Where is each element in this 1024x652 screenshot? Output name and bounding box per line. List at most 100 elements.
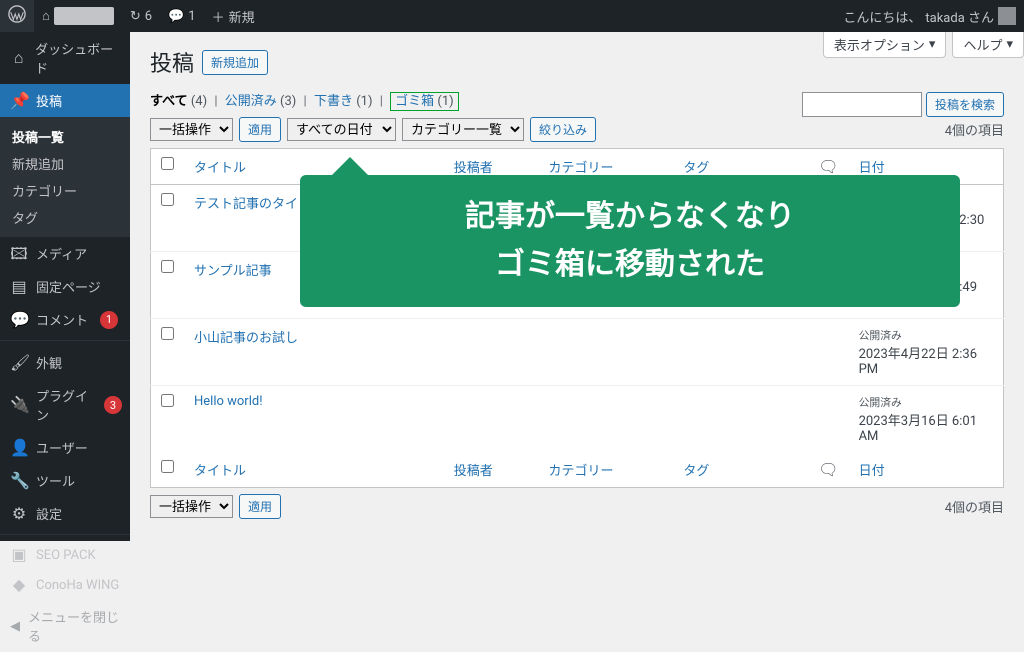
- collapse-icon: ◀: [10, 619, 20, 634]
- help-tab[interactable]: ヘルプ▾: [952, 32, 1024, 58]
- filter-all[interactable]: すべて: [150, 94, 188, 109]
- site-name[interactable]: ⌂: [34, 0, 122, 32]
- comment-count: 1: [188, 9, 195, 24]
- collapse-menu[interactable]: ◀メニューを閉じる: [0, 600, 130, 652]
- category-filter-select[interactable]: カテゴリー一覧: [402, 118, 524, 141]
- table-row: 小山記事のお試し 公開済み2023年4月22日 2:36 PM: [151, 319, 1004, 386]
- post-title-link[interactable]: Hello world!: [194, 394, 263, 409]
- bulk-apply-button[interactable]: 適用: [239, 117, 281, 142]
- admin-sidebar: ⌂ダッシュボード 📌投稿 投稿一覧 新規追加 カテゴリー タグ 🖾メディア ▤固…: [0, 32, 130, 541]
- avatar: [998, 7, 1016, 25]
- row-checkbox[interactable]: [161, 327, 174, 340]
- table-row: Hello world! 公開済み2023年3月16日 6:01 AM: [151, 386, 1004, 453]
- wrench-icon: 🔧: [10, 473, 28, 489]
- row-checkbox[interactable]: [161, 394, 174, 407]
- user-icon: 👤: [10, 440, 28, 456]
- admin-bar: ⌂ ↻6 💬1 ＋新規 こんにちは、 takada さん: [0, 0, 1024, 32]
- greeting: こんにちは、: [843, 7, 921, 26]
- menu-settings[interactable]: ⚙設定: [0, 497, 130, 530]
- search-input[interactable]: [802, 92, 922, 117]
- comments-icon: 🗨: [818, 157, 838, 176]
- bulk-action-select-bottom[interactable]: 一括操作: [150, 495, 233, 518]
- plugin-icon: 🔌: [10, 397, 28, 413]
- pin-icon: 📌: [10, 93, 28, 109]
- bulk-apply-button-bottom[interactable]: 適用: [239, 494, 281, 519]
- page-heading: 投稿 新規追加: [150, 42, 817, 78]
- chevron-down-icon: ▾: [1006, 37, 1013, 52]
- comments-bar[interactable]: 💬1: [160, 0, 204, 32]
- menu-media[interactable]: 🖾メディア: [0, 237, 130, 270]
- update-count: 6: [145, 9, 152, 24]
- col-date-foot[interactable]: 日付: [859, 464, 885, 479]
- annotation-callout: 記事が一覧からなくなり ゴミ箱に移動された: [300, 175, 960, 307]
- filter-trash[interactable]: ゴミ箱: [395, 94, 434, 109]
- menu-appearance[interactable]: 🖌外観: [0, 346, 130, 379]
- menu-seopack[interactable]: ▣SEO PACK: [0, 540, 130, 570]
- new-label: 新規: [229, 7, 255, 26]
- menu-comments[interactable]: 💬コメント1: [0, 303, 130, 336]
- item-count-bottom: 4個の項目: [945, 497, 1004, 516]
- media-icon: 🖾: [10, 246, 28, 262]
- post-title-link[interactable]: 小山記事のお試し: [194, 331, 298, 346]
- date-cell: 公開済み2023年4月22日 2:36 PM: [849, 319, 1004, 386]
- bulk-action-select[interactable]: 一括操作: [150, 118, 233, 141]
- date-cell: 公開済み2023年3月16日 6:01 AM: [849, 386, 1004, 453]
- item-count-top: 4個の項目: [945, 120, 1004, 139]
- submenu-posts: 投稿一覧 新規追加 カテゴリー タグ: [0, 117, 130, 237]
- menu-dashboard[interactable]: ⌂ダッシュボード: [0, 32, 130, 84]
- row-checkbox[interactable]: [161, 260, 174, 273]
- comments-icon: 🗨: [818, 460, 838, 479]
- comment-icon: 💬: [168, 9, 184, 24]
- submenu-all-posts[interactable]: 投稿一覧: [0, 123, 130, 150]
- add-new-button[interactable]: 新規追加: [202, 50, 268, 75]
- dashboard-icon: ⌂: [10, 50, 27, 66]
- menu-plugins[interactable]: 🔌プラグイン3: [0, 379, 130, 431]
- plugins-badge: 3: [104, 396, 122, 414]
- screen-meta: 表示オプション▾ ヘルプ▾: [817, 32, 1024, 58]
- col-author-foot[interactable]: 投稿者: [444, 452, 539, 488]
- username: takada さん: [925, 7, 994, 26]
- filter-button[interactable]: 絞り込み: [530, 117, 596, 142]
- brush-icon: 🖌: [10, 355, 28, 371]
- page-icon: ▤: [10, 279, 28, 295]
- screen-options-tab[interactable]: 表示オプション▾: [823, 32, 947, 58]
- menu-users[interactable]: 👤ユーザー: [0, 431, 130, 464]
- tablenav-bottom: 一括操作 適用 4個の項目: [150, 494, 1004, 519]
- home-icon: ⌂: [42, 8, 50, 24]
- submenu-categories[interactable]: カテゴリー: [0, 177, 130, 204]
- row-checkbox[interactable]: [161, 193, 174, 206]
- search-box: 投稿を検索: [802, 92, 1004, 117]
- select-all-bottom[interactable]: [161, 460, 174, 473]
- post-title-link[interactable]: サンプル記事: [194, 264, 272, 279]
- menu-pages[interactable]: ▤固定ページ: [0, 270, 130, 303]
- col-tags-foot[interactable]: タグ: [673, 452, 808, 488]
- my-account[interactable]: こんにちは、 takada さん: [835, 0, 1024, 32]
- callout-line1: 記事が一覧からなくなり: [310, 193, 950, 241]
- wp-logo[interactable]: [0, 0, 34, 32]
- comments-badge: 1: [100, 311, 118, 329]
- menu-conoha[interactable]: ◆ConoHa WING: [0, 570, 130, 600]
- col-title-foot[interactable]: タイトル: [194, 464, 246, 479]
- select-all-top[interactable]: [161, 157, 174, 170]
- seopack-icon: ▣: [10, 547, 28, 563]
- filter-published[interactable]: 公開済み: [225, 94, 277, 109]
- page-title: 投稿: [150, 46, 194, 78]
- col-title[interactable]: タイトル: [194, 161, 246, 176]
- filter-draft[interactable]: 下書き: [314, 94, 353, 109]
- new-content[interactable]: ＋新規: [204, 0, 263, 32]
- tablenav-top: 一括操作 適用 すべての日付 カテゴリー一覧 絞り込み 4個の項目: [150, 117, 1004, 142]
- col-categories-foot[interactable]: カテゴリー: [538, 452, 673, 488]
- refresh-icon: ↻: [130, 9, 141, 24]
- search-button[interactable]: 投稿を検索: [926, 92, 1004, 117]
- submenu-new-post[interactable]: 新規追加: [0, 150, 130, 177]
- comment-icon: 💬: [10, 312, 28, 328]
- conoha-icon: ◆: [10, 577, 28, 593]
- plus-icon: ＋: [212, 7, 225, 26]
- updates[interactable]: ↻6: [122, 0, 160, 32]
- menu-posts[interactable]: 📌投稿: [0, 84, 130, 117]
- chevron-down-icon: ▾: [929, 37, 936, 52]
- gear-icon: ⚙: [10, 506, 28, 522]
- menu-tools[interactable]: 🔧ツール: [0, 464, 130, 497]
- submenu-tags[interactable]: タグ: [0, 204, 130, 231]
- col-date[interactable]: 日付: [859, 161, 885, 176]
